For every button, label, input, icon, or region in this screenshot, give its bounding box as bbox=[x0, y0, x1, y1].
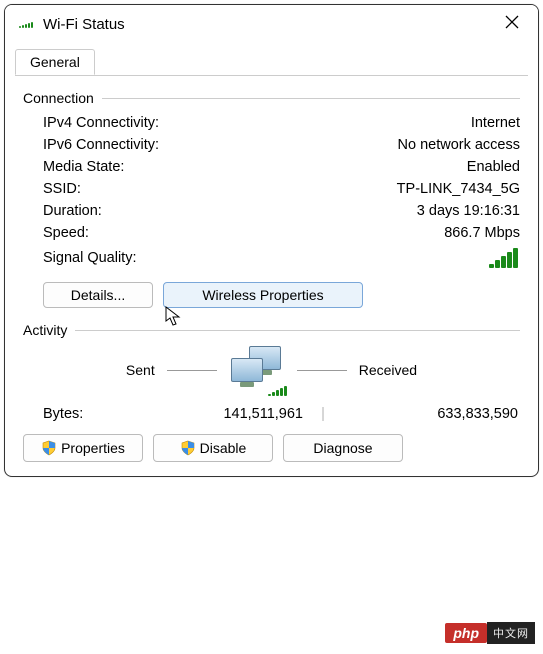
signal-bars-icon bbox=[268, 386, 287, 396]
bytes-label: Bytes: bbox=[43, 406, 163, 422]
signal-bars-icon bbox=[489, 248, 518, 268]
properties-button[interactable]: Properties bbox=[23, 434, 143, 462]
activity-group: Activity Sent Received Bytes: 141,511,96… bbox=[23, 322, 520, 424]
divider: | bbox=[303, 406, 343, 422]
divider bbox=[102, 98, 520, 99]
network-activity-icon bbox=[229, 346, 285, 394]
tab-strip: General bbox=[15, 48, 528, 76]
disable-button-label: Disable bbox=[200, 440, 247, 456]
connection-group: Connection IPv4 Connectivity: Internet IP… bbox=[23, 90, 520, 308]
wifi-status-dialog: Wi-Fi Status General Connection IPv4 Con… bbox=[4, 4, 539, 477]
close-icon bbox=[505, 15, 519, 29]
ipv4-label: IPv4 Connectivity: bbox=[43, 115, 159, 131]
shield-icon bbox=[180, 440, 196, 456]
close-button[interactable] bbox=[498, 15, 526, 34]
speed-label: Speed: bbox=[43, 225, 89, 241]
duration-value: 3 days 19:16:31 bbox=[417, 203, 520, 219]
media-state-label: Media State: bbox=[43, 159, 124, 175]
sent-label: Sent bbox=[126, 362, 155, 378]
divider bbox=[167, 370, 217, 371]
titlebar: Wi-Fi Status bbox=[5, 5, 538, 42]
ssid-value: TP-LINK_7434_5G bbox=[397, 181, 520, 197]
watermark: php 中文网 bbox=[445, 622, 535, 644]
shield-icon bbox=[41, 440, 57, 456]
properties-button-label: Properties bbox=[61, 440, 125, 456]
ipv6-value: No network access bbox=[398, 137, 521, 153]
tab-general[interactable]: General bbox=[15, 49, 95, 75]
bytes-sent-value: 141,511,961 bbox=[163, 406, 303, 422]
php-badge: php bbox=[445, 623, 487, 643]
media-state-value: Enabled bbox=[467, 159, 520, 175]
activity-legend: Activity bbox=[23, 322, 67, 338]
connection-legend: Connection bbox=[23, 90, 94, 106]
ipv4-value: Internet bbox=[471, 115, 520, 131]
duration-label: Duration: bbox=[43, 203, 102, 219]
divider bbox=[297, 370, 347, 371]
ipv6-label: IPv6 Connectivity: bbox=[43, 137, 159, 153]
details-button[interactable]: Details... bbox=[43, 282, 153, 308]
wireless-properties-button[interactable]: Wireless Properties bbox=[163, 282, 363, 308]
signal-quality-label: Signal Quality: bbox=[43, 250, 489, 266]
speed-value: 866.7 Mbps bbox=[444, 225, 520, 241]
diagnose-button-label: Diagnose bbox=[313, 440, 372, 456]
bytes-received-value: 633,833,590 bbox=[343, 406, 520, 422]
action-buttons: Properties Disable Diagnose bbox=[23, 434, 520, 462]
disable-button[interactable]: Disable bbox=[153, 434, 273, 462]
window-title: Wi-Fi Status bbox=[43, 16, 498, 33]
divider bbox=[75, 330, 520, 331]
ssid-label: SSID: bbox=[43, 181, 81, 197]
diagnose-button[interactable]: Diagnose bbox=[283, 434, 403, 462]
cn-badge: 中文网 bbox=[487, 622, 535, 644]
received-label: Received bbox=[359, 362, 417, 378]
wifi-icon bbox=[19, 22, 33, 28]
